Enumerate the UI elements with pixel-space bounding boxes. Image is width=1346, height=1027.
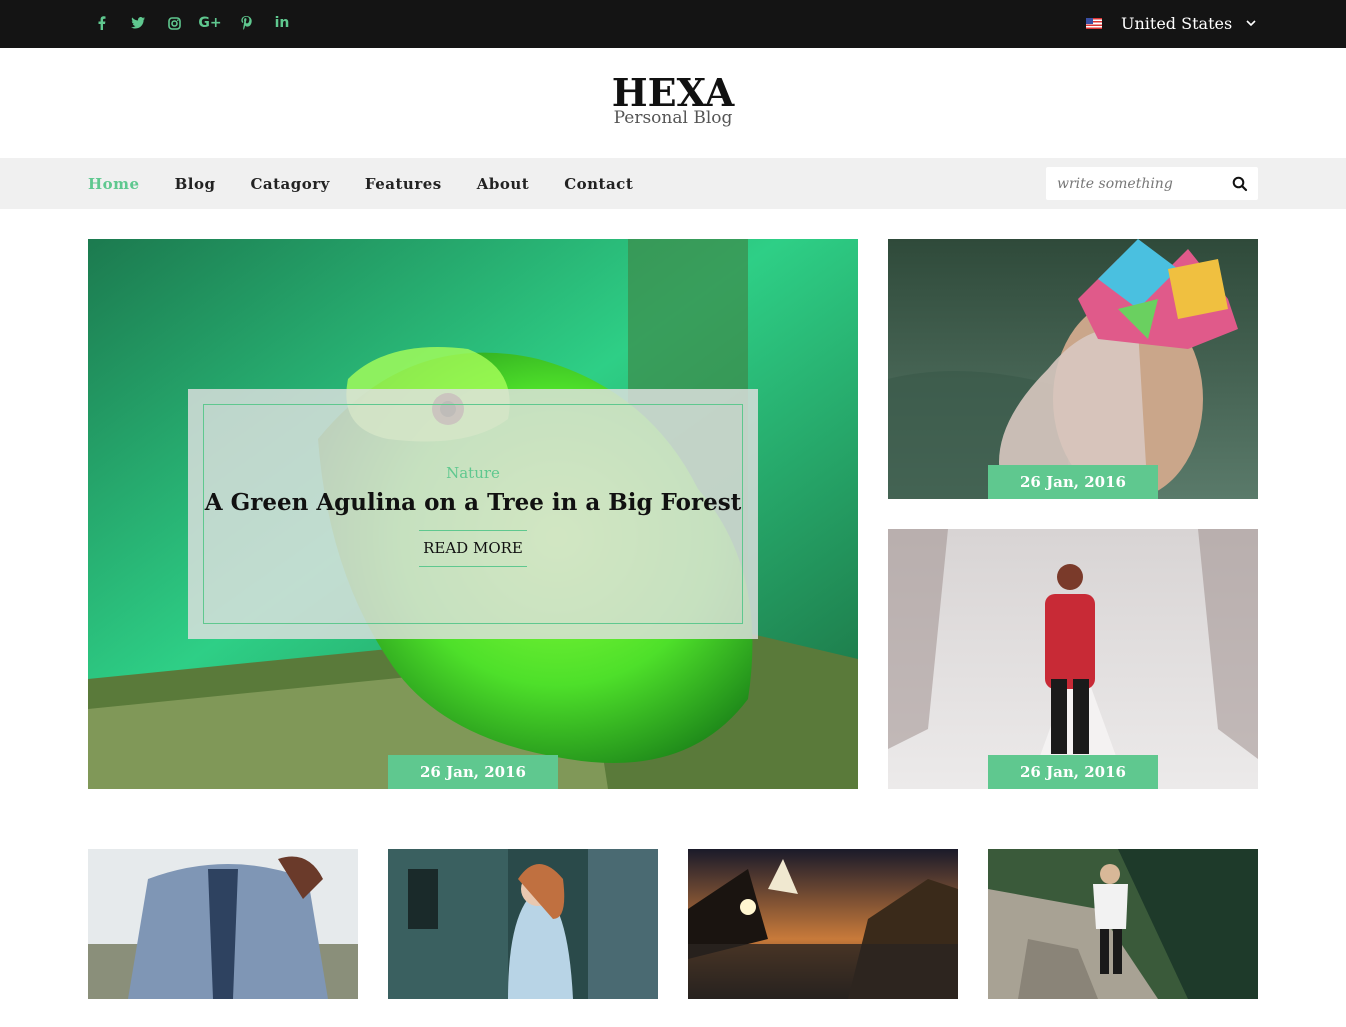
pinterest-icon[interactable] bbox=[228, 12, 264, 34]
nav-about[interactable]: About bbox=[477, 175, 529, 193]
side-post-image bbox=[888, 529, 1258, 789]
main-nav: Home Blog Catagory Features About Contac… bbox=[0, 158, 1346, 209]
featured-title[interactable]: A Green Agulina on a Tree in a Big Fores… bbox=[204, 489, 742, 516]
top-bar: G+ in United States bbox=[0, 0, 1346, 48]
country-label: United States bbox=[1121, 13, 1233, 33]
read-more-link[interactable]: READ MORE bbox=[419, 530, 527, 567]
side-post-2-date: 26 Jan, 2016 bbox=[988, 755, 1158, 789]
thumbnail-image bbox=[988, 849, 1258, 999]
side-post-image bbox=[888, 239, 1258, 499]
social-links: G+ in bbox=[84, 12, 300, 34]
chevron-down-icon bbox=[1246, 18, 1256, 28]
search-icon[interactable] bbox=[1232, 176, 1248, 192]
brand-tagline: Personal Blog bbox=[613, 108, 733, 128]
nav-contact[interactable]: Contact bbox=[564, 175, 633, 193]
featured-caption-box: Nature A Green Agulina on a Tree in a Bi… bbox=[188, 389, 758, 639]
thumbnail-image bbox=[688, 849, 958, 999]
nav-home[interactable]: Home bbox=[88, 175, 140, 193]
thumbnail-post[interactable] bbox=[88, 849, 358, 999]
thumbnail-post[interactable] bbox=[388, 849, 658, 999]
country-selector[interactable]: United States bbox=[1086, 12, 1256, 34]
thumbnail-image bbox=[88, 849, 358, 999]
featured-post[interactable]: Nature A Green Agulina on a Tree in a Bi… bbox=[88, 239, 858, 789]
twitter-icon[interactable] bbox=[120, 12, 156, 34]
us-flag-icon bbox=[1086, 17, 1102, 29]
instagram-icon[interactable] bbox=[156, 12, 192, 34]
search-box bbox=[1046, 167, 1258, 200]
search-input[interactable] bbox=[1057, 175, 1227, 192]
facebook-icon[interactable] bbox=[84, 12, 120, 34]
thumbnail-post[interactable] bbox=[688, 849, 958, 999]
google-plus-icon[interactable]: G+ bbox=[192, 12, 228, 34]
linkedin-icon[interactable]: in bbox=[264, 12, 300, 34]
featured-category[interactable]: Nature bbox=[204, 464, 742, 482]
thumbnail-post[interactable] bbox=[988, 849, 1258, 999]
nav-blog[interactable]: Blog bbox=[175, 175, 216, 193]
side-post-1-date: 26 Jan, 2016 bbox=[988, 465, 1158, 499]
site-logo[interactable]: HEXA Personal Blog bbox=[0, 48, 1346, 158]
side-post-1[interactable]: 26 Jan, 2016 bbox=[888, 239, 1258, 499]
nav-catagory[interactable]: Catagory bbox=[250, 175, 329, 193]
thumbnail-image bbox=[388, 849, 658, 999]
side-post-2[interactable]: 26 Jan, 2016 bbox=[888, 529, 1258, 789]
featured-date: 26 Jan, 2016 bbox=[388, 755, 558, 789]
nav-features[interactable]: Features bbox=[365, 175, 442, 193]
